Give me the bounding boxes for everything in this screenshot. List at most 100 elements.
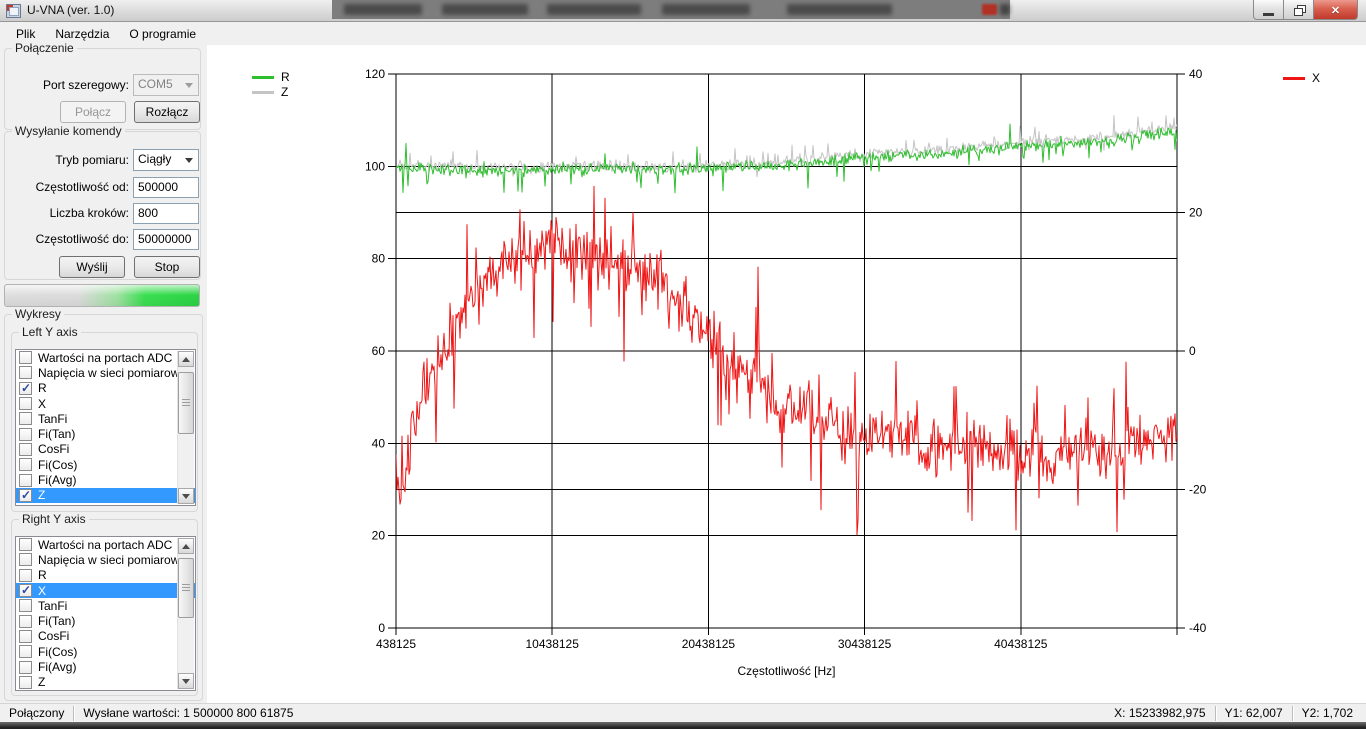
list-item-label: Z <box>38 488 45 502</box>
checkbox-checked-icon[interactable] <box>19 489 32 502</box>
list-item[interactable]: Napięcia w sieci pomiarowej <box>16 365 195 380</box>
cursor-y1-readout: Y1: 62,007 <box>1216 704 1292 722</box>
x-axis-tick-label: 10438125 <box>526 637 580 651</box>
list-item[interactable]: Fi(Avg) <box>16 472 195 487</box>
right-axis-tick-label: -20 <box>1189 483 1207 497</box>
left-axis-scrollbar[interactable] <box>177 351 194 504</box>
send-button[interactable]: Wyślij <box>59 256 125 278</box>
grip-icon <box>182 584 190 592</box>
command-group-title: Wysyłanie komendy <box>12 124 125 138</box>
x-axis-tick-label: 438125 <box>376 637 416 651</box>
triangle-up-icon <box>182 544 190 549</box>
list-item[interactable]: Wartości na portach ADC <box>16 537 195 552</box>
restore-button[interactable] <box>1283 0 1314 20</box>
legend-entry-x: X <box>1283 71 1320 85</box>
checkbox-icon[interactable] <box>19 553 32 566</box>
scrollbar-thumb[interactable] <box>178 372 194 434</box>
scroll-up-button[interactable] <box>178 351 194 367</box>
steps-label: Liczba kroków: <box>9 206 129 220</box>
disconnect-button[interactable]: Rozłącz <box>134 101 200 123</box>
checkbox-icon[interactable] <box>19 630 32 643</box>
connect-button[interactable]: Połącz <box>60 101 126 123</box>
list-item-label: Napięcia w sieci pomiarowej <box>38 553 189 567</box>
minimize-button[interactable] <box>1253 0 1284 20</box>
checkbox-icon[interactable] <box>19 458 32 471</box>
list-item[interactable]: Fi(Cos) <box>16 457 195 472</box>
list-item-label: X <box>38 584 46 598</box>
left-axis-listbox: Wartości na portach ADCNapięcia w sieci … <box>15 349 196 506</box>
list-item[interactable]: Wartości na portach ADC <box>16 350 195 365</box>
left-axis-tick-label: 60 <box>372 344 386 358</box>
measure-mode-value: Ciągły <box>138 152 171 166</box>
list-item[interactable]: Fi(Tan) <box>16 613 195 628</box>
scrollbar-thumb[interactable] <box>178 558 194 618</box>
freq-from-input[interactable]: 500000 <box>133 177 199 198</box>
list-item-label: Fi(Tan) <box>38 427 75 441</box>
redacted-text <box>547 4 641 15</box>
list-item[interactable]: CosFi <box>16 442 195 457</box>
checkbox-icon[interactable] <box>19 351 32 364</box>
list-item[interactable]: TanFi <box>16 411 195 426</box>
close-icon <box>1331 3 1340 17</box>
steps-input[interactable]: 800 <box>133 203 199 224</box>
list-item[interactable]: Fi(Cos) <box>16 644 195 659</box>
list-item-label: Fi(Avg) <box>38 660 76 674</box>
checkbox-icon[interactable] <box>19 474 32 487</box>
list-item-label: CosFi <box>38 629 69 643</box>
list-item[interactable]: Z <box>16 488 195 503</box>
checkbox-icon[interactable] <box>19 615 32 628</box>
x-axis-title: Częstotliwość [Hz] <box>737 664 835 678</box>
checkbox-icon[interactable] <box>19 428 32 441</box>
list-item[interactable]: Napięcia w sieci pomiarowej <box>16 552 195 567</box>
freq-to-label: Częstotliwość do: <box>9 232 129 246</box>
triangle-down-icon <box>182 679 190 684</box>
list-item-label: R <box>38 381 47 395</box>
right-axis-scrollbar[interactable] <box>177 538 194 689</box>
list-item[interactable]: X <box>16 583 195 598</box>
cursor-y2-readout: Y2: 1,702 <box>1293 704 1362 722</box>
checkbox-icon[interactable] <box>19 443 32 456</box>
checkbox-icon[interactable] <box>19 366 32 379</box>
list-item[interactable]: X <box>16 396 195 411</box>
checkbox-icon[interactable] <box>19 412 32 425</box>
list-item[interactable]: R <box>16 568 195 583</box>
left-axis-tick-label: 20 <box>372 529 386 543</box>
list-item-label: CosFi <box>38 442 69 456</box>
measure-mode-select[interactable]: Ciągły <box>133 149 199 171</box>
right-axis-tick-label: 20 <box>1189 206 1203 220</box>
scroll-down-button[interactable] <box>178 673 194 689</box>
progress-bar <box>4 284 200 307</box>
freq-to-input[interactable]: 50000000 <box>133 229 199 250</box>
list-item[interactable]: CosFi <box>16 629 195 644</box>
restore-icon <box>1294 5 1304 14</box>
checkbox-checked-icon[interactable] <box>19 382 32 395</box>
serial-port-select[interactable]: COM5 <box>133 74 199 96</box>
redacted-text <box>442 4 528 15</box>
plot-area[interactable]: 020406080100120-40-200204043812510438125… <box>207 45 1366 703</box>
title-bar[interactable]: U-VNA (ver. 1.0) <box>0 0 1366 22</box>
scroll-up-button[interactable] <box>178 538 194 554</box>
menu-item-o-programie[interactable]: O programie <box>119 24 206 44</box>
list-item[interactable]: TanFi <box>16 598 195 613</box>
checkbox-icon[interactable] <box>19 645 32 658</box>
checkbox-icon[interactable] <box>19 569 32 582</box>
left-axis-tick-label: 80 <box>372 252 386 266</box>
menu-bar: Plik Narzędzia O programie <box>0 22 1366 45</box>
checkbox-icon[interactable] <box>19 676 32 689</box>
list-item[interactable]: Z <box>16 675 195 690</box>
list-item[interactable]: Fi(Tan) <box>16 426 195 441</box>
redacted-text <box>787 4 892 15</box>
checkbox-icon[interactable] <box>19 599 32 612</box>
checkbox-checked-icon[interactable] <box>19 584 32 597</box>
left-axis-tick-label: 40 <box>372 436 386 450</box>
checkbox-icon[interactable] <box>19 538 32 551</box>
list-item[interactable]: R <box>16 381 195 396</box>
taskbar-edge <box>0 722 1366 729</box>
scroll-down-button[interactable] <box>178 488 194 504</box>
stop-button[interactable]: Stop <box>134 256 200 278</box>
checkbox-icon[interactable] <box>19 661 32 674</box>
app-window: U-VNA (ver. 1.0) Plik Narzędzia O progra… <box>0 0 1366 729</box>
checkbox-icon[interactable] <box>19 397 32 410</box>
list-item[interactable]: Fi(Avg) <box>16 659 195 674</box>
close-button[interactable] <box>1313 0 1358 20</box>
